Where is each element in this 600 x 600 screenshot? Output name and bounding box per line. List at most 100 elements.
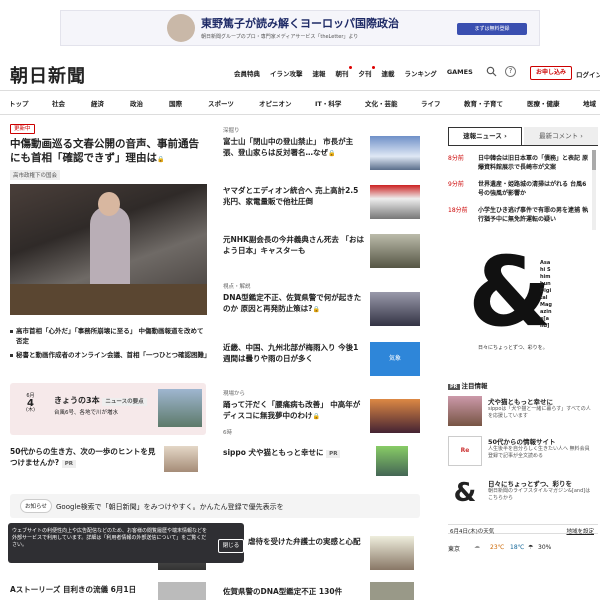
article-link[interactable]: ヤマダとエディオン統合へ 売上高計2.5兆円、家電量販で他社圧倒 bbox=[223, 185, 365, 207]
tab-breaking-news[interactable]: 速報ニュース › bbox=[448, 127, 522, 145]
article-link[interactable]: sippo 犬や猫ともっと幸せに PR bbox=[223, 447, 365, 460]
three-stories-box[interactable]: 6月 4 (木) きょうの3本 ニュースの要点 台風6号、各地で川が増水 bbox=[10, 383, 206, 435]
article-thumbnail[interactable] bbox=[370, 234, 420, 268]
category-item[interactable]: 経済 bbox=[91, 98, 104, 108]
promo-image bbox=[448, 396, 482, 426]
promo-title[interactable]: 犬や猫ともっと幸せに bbox=[488, 396, 553, 406]
box-weekday: (木) bbox=[26, 407, 35, 413]
divider bbox=[448, 145, 598, 146]
related-link[interactable]: 秘書と動画作成者のオンライン会議、首相「一つひとつ確認困難」 bbox=[10, 350, 211, 360]
article-thumbnail[interactable] bbox=[370, 185, 420, 219]
weather-header: 6月4日(木)の天気 地域を設定 bbox=[448, 524, 598, 535]
category-item[interactable]: ライフ bbox=[421, 98, 441, 108]
life-thumbnail[interactable] bbox=[164, 446, 198, 472]
nav-item[interactable]: 連載 bbox=[382, 68, 395, 78]
article-link[interactable]: DNA型鑑定不正、佐賀県警で何が起きたのか 原因と再発防止策は?🔒 bbox=[223, 292, 365, 315]
tab-latest-comments[interactable]: 最新コメント › bbox=[524, 127, 598, 145]
divider bbox=[0, 90, 600, 91]
news-text[interactable]: 日中韓会は旧日本軍の「債務」と表記 原爆資料館展示で長崎市が文案 bbox=[478, 154, 590, 172]
article-link[interactable]: 踊って汗だく「腰痛病も改善」 中高年がディスコに無我夢中のわけ🔒 bbox=[223, 399, 365, 422]
ad-cta-button[interactable]: まずは無料登録 bbox=[457, 23, 527, 35]
article-thumbnail[interactable] bbox=[370, 582, 414, 600]
promo-title[interactable]: 50代からの情報サイト bbox=[488, 436, 556, 446]
lead-photo[interactable] bbox=[10, 184, 207, 315]
cookie-close-button[interactable]: 閉じる bbox=[218, 539, 244, 553]
category-item[interactable]: 国際 bbox=[169, 98, 182, 108]
nav-item[interactable]: 夕刊 bbox=[359, 66, 375, 78]
article-thumbnail[interactable] bbox=[370, 292, 420, 326]
category-item[interactable]: オピニオン bbox=[259, 98, 292, 108]
nav-item[interactable]: ランキング bbox=[405, 68, 437, 78]
nav-item[interactable]: 朝刊 bbox=[336, 66, 352, 78]
search-icon[interactable] bbox=[486, 66, 497, 77]
cloud-icon: ☁ bbox=[474, 543, 480, 550]
article-title[interactable]: DNA型鑑定不正、佐賀県警で何が起きたのか 原因と再発防止策は? bbox=[223, 293, 361, 313]
article-link[interactable]: Aストーリーズ 目利きの流儀 6月1日 bbox=[10, 584, 160, 595]
topic-tag[interactable]: 高市政権下の国会 bbox=[10, 170, 61, 180]
category-item[interactable]: スポーツ bbox=[208, 98, 234, 108]
login-link[interactable]: ログイン bbox=[576, 69, 600, 79]
notice-bar[interactable]: お知らせ Google検索で「朝日新聞」をみつけやすく。かんたん登録で優先表示を bbox=[10, 494, 420, 518]
article-thumbnail[interactable] bbox=[370, 536, 414, 570]
help-icon[interactable]: ? bbox=[505, 66, 516, 77]
article-title[interactable]: 元NHK副会長の今井義典さん死去 「おはよう日本」キャスターも bbox=[223, 235, 364, 255]
banner-ad[interactable]: 東野篤子が読み解くヨーロッパ国際政治 朝日新聞グループのプロ・専門家メディアサー… bbox=[60, 10, 540, 46]
promo-header-text: 注目情報 bbox=[461, 382, 488, 390]
nav-item[interactable]: 速報 bbox=[313, 68, 326, 78]
nav-item[interactable]: 会員特典 bbox=[234, 68, 260, 78]
promo-title[interactable]: 日々にちょっとずつ、彩りを bbox=[488, 478, 572, 488]
category-item[interactable]: IT・科学 bbox=[315, 98, 341, 108]
category-item[interactable]: 医療・健康 bbox=[527, 98, 560, 108]
cookie-banner: ウェブサイトの利便性向上や広告配信などのため、お客様の閲覧履歴や端末情報などを外… bbox=[8, 523, 244, 563]
photo-figure-head bbox=[98, 192, 120, 216]
news-time: 8分前 bbox=[448, 155, 464, 162]
article-link[interactable]: 元NHK副会長の今井義典さん死去 「おはよう日本」キャスターも bbox=[223, 234, 365, 256]
category-item[interactable]: 政治 bbox=[130, 98, 143, 108]
nav-item[interactable]: イラン攻撃 bbox=[270, 68, 303, 78]
life-article-title[interactable]: 50代からの生き方、次の一歩のヒントを見つけませんか? bbox=[10, 447, 155, 467]
promo-desc: sippoは「犬や猫と一緒に暮らす」すべての人を応援しています bbox=[488, 406, 591, 419]
article-link[interactable]: 近畿、中国、九州北部が梅雨入り 今後1週間は曇りや雨の日が多く bbox=[223, 342, 365, 364]
subscribe-button[interactable]: お申し込み bbox=[530, 66, 572, 80]
weather-thumbnail[interactable]: 気象 bbox=[370, 342, 420, 376]
category-item[interactable]: トップ bbox=[9, 98, 29, 108]
category-item[interactable]: 地域 bbox=[583, 98, 596, 108]
news-text[interactable]: 小学生ひき逃げ事件で有罪の男を逮捕 執行猶予中に無免許運転の疑い bbox=[478, 206, 590, 224]
section-label: 現場から bbox=[223, 391, 246, 397]
article-title[interactable]: ヤマダとエディオン統合へ 売上高計2.5兆円、家電量販で他社圧倒 bbox=[223, 186, 358, 206]
article-thumbnail[interactable] bbox=[370, 136, 420, 170]
article-link[interactable]: 富士山「閉山中の登山禁止」 市長が主張、登山家らは反対署名…なぜ🔒 bbox=[223, 136, 365, 159]
weather-region-link[interactable]: 地域を設定 bbox=[566, 527, 594, 535]
related-link[interactable]: 高市首相「心外だ」「事務所崩壊に至る」 中傷動画報道を改めて否定 bbox=[10, 326, 208, 346]
news-text[interactable]: 世界遺産・姫路城の清掃はがれる 台風6号の強風が影響か bbox=[478, 180, 590, 198]
and-magazine-ad[interactable]: & Asahi Shimbun Digital Magazine[and] 日々… bbox=[448, 236, 598, 370]
category-item[interactable]: 教育・子育て bbox=[464, 98, 503, 108]
re-project-logo: Re bbox=[448, 436, 482, 466]
cookie-text[interactable]: ウェブサイトの利便性向上や広告配信などのため、お客様の閲覧履歴や端末情報などを外… bbox=[12, 528, 208, 549]
article-link[interactable]: 佐賀県警のDNA型鑑定不正 130件 bbox=[223, 586, 363, 597]
news-time: 9分前 bbox=[448, 181, 464, 188]
promo-header: PR 注目情報 bbox=[448, 382, 488, 390]
category-item[interactable]: 社会 bbox=[52, 98, 65, 108]
nav-item[interactable]: GAMES bbox=[447, 68, 473, 78]
lead-headline-text[interactable]: 中傷動画巡る文春公開の音声、事前通告にも首相「確認できず」理由は bbox=[10, 138, 199, 164]
article-title[interactable]: 佐賀県警のDNA型鑑定不正 130件 bbox=[223, 587, 342, 596]
notice-message[interactable]: Google検索で「朝日新聞」をみつけやすく。かんたん登録で優先表示を bbox=[56, 502, 284, 512]
category-item[interactable]: 文化・芸能 bbox=[365, 98, 398, 108]
news-scrollbar[interactable] bbox=[592, 150, 596, 230]
article-title[interactable]: 踊って汗だく「腰痛病も改善」 中高年がディスコに無我夢中のわけ bbox=[223, 400, 360, 420]
article-thumbnail[interactable] bbox=[370, 399, 420, 433]
ad-author-photo bbox=[167, 14, 195, 42]
site-logo[interactable]: 朝日新聞 bbox=[10, 62, 86, 88]
article-title[interactable]: 虐待を受けた弁護士の実感と心配 bbox=[248, 537, 361, 546]
article-thumbnail[interactable] bbox=[376, 446, 408, 476]
article-link[interactable]: 虐待を受けた弁護士の実感と心配 bbox=[248, 536, 368, 547]
article-title[interactable]: sippo 犬や猫ともっと幸せに bbox=[223, 448, 324, 457]
article-title[interactable]: 近畿、中国、九州北部が梅雨入り 今後1週間は曇りや雨の日が多く bbox=[223, 343, 358, 363]
lead-headline[interactable]: 中傷動画巡る文春公開の音声、事前通告にも首相「確認できず」理由は🔒 bbox=[10, 137, 206, 167]
article-thumbnail[interactable] bbox=[158, 582, 206, 600]
article-title[interactable]: Aストーリーズ 目利きの流儀 6月1日 bbox=[10, 585, 136, 594]
header-icons: ? bbox=[486, 66, 516, 77]
life-article[interactable]: 50代からの生き方、次の一歩のヒントを見つけませんか? PR bbox=[10, 446, 160, 470]
lock-icon: 🔒 bbox=[312, 306, 320, 313]
